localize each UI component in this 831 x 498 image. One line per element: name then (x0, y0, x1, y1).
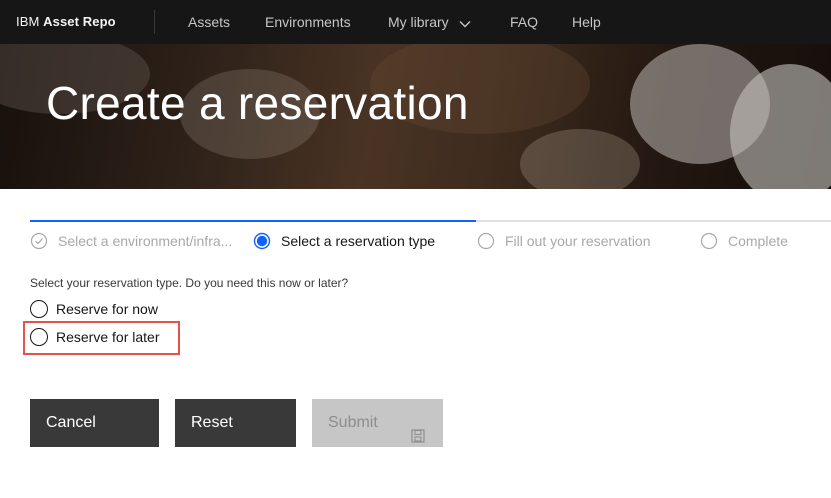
submit-button-label: Submit (328, 414, 378, 431)
header-divider (154, 10, 155, 34)
nav-item-label: FAQ (510, 14, 539, 30)
nav-item-label: My library (388, 14, 449, 30)
reset-button-label: Reset (191, 414, 233, 431)
submit-button[interactable]: Submit (312, 399, 443, 447)
circle-outline-icon (477, 232, 495, 250)
radio-label[interactable]: Reserve for now (56, 298, 158, 320)
nav-item-assets[interactable]: Assets (188, 0, 230, 44)
nav-item-environments[interactable]: Environments (265, 0, 351, 44)
nav-item-faq[interactable]: FAQ (510, 0, 538, 44)
radio-filled-icon (253, 232, 271, 250)
hero-banner: Create a reservation (0, 44, 831, 189)
top-navigation-bar: IBM Asset Repo Assets Environments My li… (0, 0, 831, 44)
nav-item-label: Environments (265, 14, 351, 30)
page-title: Create a reservation (46, 77, 469, 129)
chevron-down-icon (459, 1, 471, 45)
reservation-type-prompt: Select your reservation type. Do you nee… (30, 276, 349, 290)
brand-name: Asset Repo (43, 14, 116, 29)
progress-track-complete (30, 220, 476, 222)
radio-button[interactable] (30, 300, 48, 318)
nav-item-label: Help (572, 14, 601, 30)
save-icon (411, 415, 425, 443)
brand-prefix: IBM (16, 14, 40, 29)
cancel-button-label: Cancel (46, 414, 96, 431)
checkmark-outline-icon (30, 232, 48, 250)
progress-step-label: Complete (728, 233, 788, 249)
progress-step-label: Select a environment/infra... (58, 233, 233, 249)
reset-button[interactable]: Reset (175, 399, 296, 447)
radio-label[interactable]: Reserve for later (56, 326, 159, 348)
brand-logo[interactable]: IBM Asset Repo (16, 0, 116, 44)
radio-button[interactable] (30, 328, 48, 346)
circle-outline-icon (700, 232, 718, 250)
cancel-button[interactable]: Cancel (30, 399, 159, 447)
nav-item-label: Assets (188, 14, 231, 30)
nav-item-my-library[interactable]: My library (388, 0, 471, 44)
progress-step-label: Fill out your reservation (505, 233, 651, 249)
progress-step-label: Select a reservation type (281, 233, 436, 249)
nav-item-help[interactable]: Help (572, 0, 601, 44)
